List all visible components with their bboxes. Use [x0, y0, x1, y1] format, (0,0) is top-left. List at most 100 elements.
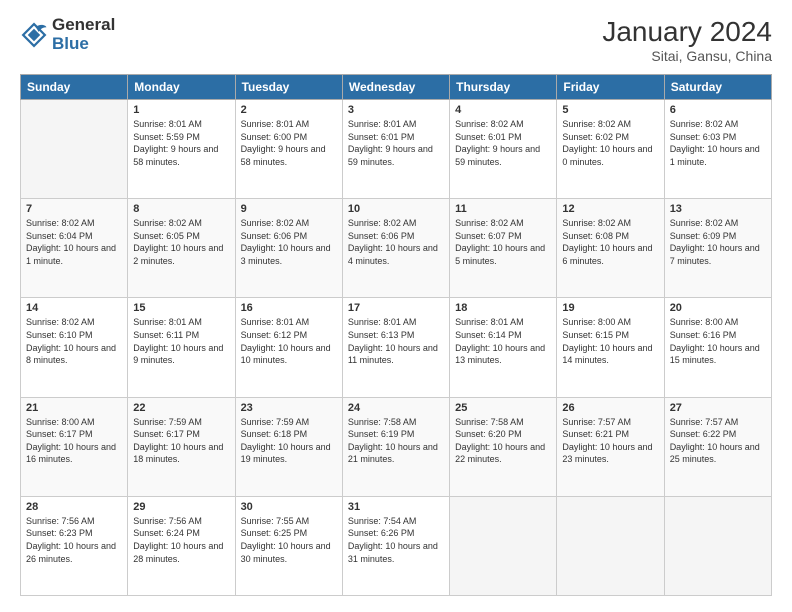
day-number: 25 — [455, 402, 551, 414]
logo: General Blue — [20, 16, 115, 53]
day-info: Sunrise: 8:01 AMSunset: 6:11 PMDaylight:… — [133, 316, 229, 366]
day-number: 12 — [562, 203, 658, 215]
day-number: 2 — [241, 104, 337, 116]
calendar-cell: 22 Sunrise: 7:59 AMSunset: 6:17 PMDaylig… — [128, 397, 235, 496]
day-info: Sunrise: 7:57 AMSunset: 6:22 PMDaylight:… — [670, 416, 766, 466]
weekday-header: Monday — [128, 75, 235, 100]
weekday-header-row: SundayMondayTuesdayWednesdayThursdayFrid… — [21, 75, 772, 100]
day-info: Sunrise: 7:55 AMSunset: 6:25 PMDaylight:… — [241, 515, 337, 565]
day-info: Sunrise: 8:01 AMSunset: 6:14 PMDaylight:… — [455, 316, 551, 366]
weekday-header: Tuesday — [235, 75, 342, 100]
logo-line1: General — [52, 16, 115, 35]
day-number: 31 — [348, 501, 444, 513]
day-info: Sunrise: 7:58 AMSunset: 6:20 PMDaylight:… — [455, 416, 551, 466]
calendar-table: SundayMondayTuesdayWednesdayThursdayFrid… — [20, 74, 772, 596]
calendar-cell: 16 Sunrise: 8:01 AMSunset: 6:12 PMDaylig… — [235, 298, 342, 397]
calendar-cell: 4 Sunrise: 8:02 AMSunset: 6:01 PMDayligh… — [450, 100, 557, 199]
calendar-cell: 8 Sunrise: 8:02 AMSunset: 6:05 PMDayligh… — [128, 199, 235, 298]
day-info: Sunrise: 8:00 AMSunset: 6:17 PMDaylight:… — [26, 416, 122, 466]
week-row: 1 Sunrise: 8:01 AMSunset: 5:59 PMDayligh… — [21, 100, 772, 199]
week-row: 28 Sunrise: 7:56 AMSunset: 6:23 PMDaylig… — [21, 496, 772, 595]
day-number: 14 — [26, 302, 122, 314]
calendar-cell: 1 Sunrise: 8:01 AMSunset: 5:59 PMDayligh… — [128, 100, 235, 199]
day-info: Sunrise: 8:02 AMSunset: 6:05 PMDaylight:… — [133, 217, 229, 267]
day-number: 11 — [455, 203, 551, 215]
calendar-cell: 20 Sunrise: 8:00 AMSunset: 6:16 PMDaylig… — [664, 298, 771, 397]
day-number: 21 — [26, 402, 122, 414]
logo-icon — [20, 21, 48, 49]
calendar-cell: 27 Sunrise: 7:57 AMSunset: 6:22 PMDaylig… — [664, 397, 771, 496]
calendar-cell: 13 Sunrise: 8:02 AMSunset: 6:09 PMDaylig… — [664, 199, 771, 298]
day-number: 30 — [241, 501, 337, 513]
calendar-cell: 17 Sunrise: 8:01 AMSunset: 6:13 PMDaylig… — [342, 298, 449, 397]
week-row: 21 Sunrise: 8:00 AMSunset: 6:17 PMDaylig… — [21, 397, 772, 496]
day-number: 19 — [562, 302, 658, 314]
calendar-cell: 6 Sunrise: 8:02 AMSunset: 6:03 PMDayligh… — [664, 100, 771, 199]
day-number: 8 — [133, 203, 229, 215]
logo-line2: Blue — [52, 35, 115, 54]
calendar-cell — [450, 496, 557, 595]
day-number: 24 — [348, 402, 444, 414]
day-info: Sunrise: 7:59 AMSunset: 6:18 PMDaylight:… — [241, 416, 337, 466]
calendar-cell: 31 Sunrise: 7:54 AMSunset: 6:26 PMDaylig… — [342, 496, 449, 595]
calendar-cell: 24 Sunrise: 7:58 AMSunset: 6:19 PMDaylig… — [342, 397, 449, 496]
calendar-cell — [664, 496, 771, 595]
day-number: 5 — [562, 104, 658, 116]
week-row: 7 Sunrise: 8:02 AMSunset: 6:04 PMDayligh… — [21, 199, 772, 298]
day-number: 7 — [26, 203, 122, 215]
calendar-cell: 23 Sunrise: 7:59 AMSunset: 6:18 PMDaylig… — [235, 397, 342, 496]
day-info: Sunrise: 7:57 AMSunset: 6:21 PMDaylight:… — [562, 416, 658, 466]
calendar-cell: 28 Sunrise: 7:56 AMSunset: 6:23 PMDaylig… — [21, 496, 128, 595]
subtitle: Sitai, Gansu, China — [602, 48, 772, 64]
day-info: Sunrise: 8:01 AMSunset: 5:59 PMDaylight:… — [133, 118, 229, 168]
day-info: Sunrise: 8:01 AMSunset: 6:12 PMDaylight:… — [241, 316, 337, 366]
day-number: 4 — [455, 104, 551, 116]
calendar-cell: 18 Sunrise: 8:01 AMSunset: 6:14 PMDaylig… — [450, 298, 557, 397]
weekday-header: Friday — [557, 75, 664, 100]
calendar-cell: 5 Sunrise: 8:02 AMSunset: 6:02 PMDayligh… — [557, 100, 664, 199]
week-row: 14 Sunrise: 8:02 AMSunset: 6:10 PMDaylig… — [21, 298, 772, 397]
weekday-header: Thursday — [450, 75, 557, 100]
weekday-header: Saturday — [664, 75, 771, 100]
calendar-cell: 30 Sunrise: 7:55 AMSunset: 6:25 PMDaylig… — [235, 496, 342, 595]
day-info: Sunrise: 8:01 AMSunset: 6:13 PMDaylight:… — [348, 316, 444, 366]
day-info: Sunrise: 8:00 AMSunset: 6:15 PMDaylight:… — [562, 316, 658, 366]
day-info: Sunrise: 7:54 AMSunset: 6:26 PMDaylight:… — [348, 515, 444, 565]
title-block: January 2024 Sitai, Gansu, China — [602, 16, 772, 64]
day-number: 1 — [133, 104, 229, 116]
calendar-cell: 29 Sunrise: 7:56 AMSunset: 6:24 PMDaylig… — [128, 496, 235, 595]
day-number: 17 — [348, 302, 444, 314]
day-number: 23 — [241, 402, 337, 414]
day-number: 13 — [670, 203, 766, 215]
day-number: 10 — [348, 203, 444, 215]
calendar-cell: 11 Sunrise: 8:02 AMSunset: 6:07 PMDaylig… — [450, 199, 557, 298]
day-info: Sunrise: 7:56 AMSunset: 6:24 PMDaylight:… — [133, 515, 229, 565]
weekday-header: Sunday — [21, 75, 128, 100]
day-info: Sunrise: 7:58 AMSunset: 6:19 PMDaylight:… — [348, 416, 444, 466]
day-number: 26 — [562, 402, 658, 414]
day-info: Sunrise: 8:01 AMSunset: 6:01 PMDaylight:… — [348, 118, 444, 168]
day-info: Sunrise: 8:00 AMSunset: 6:16 PMDaylight:… — [670, 316, 766, 366]
calendar-cell — [21, 100, 128, 199]
day-info: Sunrise: 8:02 AMSunset: 6:07 PMDaylight:… — [455, 217, 551, 267]
day-number: 29 — [133, 501, 229, 513]
day-info: Sunrise: 7:56 AMSunset: 6:23 PMDaylight:… — [26, 515, 122, 565]
calendar-cell: 26 Sunrise: 7:57 AMSunset: 6:21 PMDaylig… — [557, 397, 664, 496]
day-info: Sunrise: 8:02 AMSunset: 6:06 PMDaylight:… — [348, 217, 444, 267]
calendar-cell — [557, 496, 664, 595]
day-number: 20 — [670, 302, 766, 314]
calendar-cell: 21 Sunrise: 8:00 AMSunset: 6:17 PMDaylig… — [21, 397, 128, 496]
calendar-cell: 2 Sunrise: 8:01 AMSunset: 6:00 PMDayligh… — [235, 100, 342, 199]
day-info: Sunrise: 8:02 AMSunset: 6:01 PMDaylight:… — [455, 118, 551, 168]
day-number: 22 — [133, 402, 229, 414]
calendar-cell: 10 Sunrise: 8:02 AMSunset: 6:06 PMDaylig… — [342, 199, 449, 298]
day-info: Sunrise: 8:02 AMSunset: 6:04 PMDaylight:… — [26, 217, 122, 267]
calendar-cell: 12 Sunrise: 8:02 AMSunset: 6:08 PMDaylig… — [557, 199, 664, 298]
weekday-header: Wednesday — [342, 75, 449, 100]
day-number: 9 — [241, 203, 337, 215]
day-number: 6 — [670, 104, 766, 116]
day-info: Sunrise: 8:02 AMSunset: 6:06 PMDaylight:… — [241, 217, 337, 267]
calendar-cell: 3 Sunrise: 8:01 AMSunset: 6:01 PMDayligh… — [342, 100, 449, 199]
day-number: 28 — [26, 501, 122, 513]
day-info: Sunrise: 8:02 AMSunset: 6:03 PMDaylight:… — [670, 118, 766, 168]
